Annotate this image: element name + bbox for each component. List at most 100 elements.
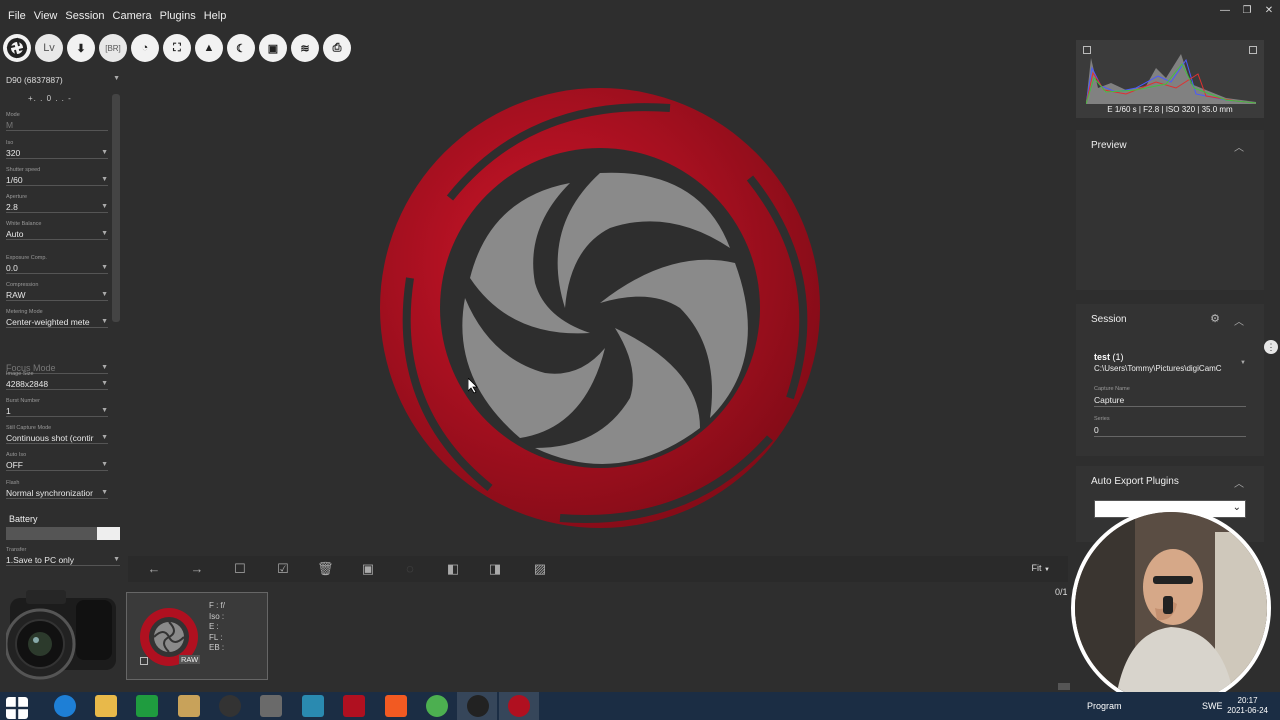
menu-view[interactable]: View [30,0,62,32]
chevron-down-icon[interactable]: ▼ [1240,360,1246,366]
select-none-icon[interactable]: ☐ [232,561,248,577]
menu-session[interactable]: Session [61,0,108,32]
menu-help[interactable]: Help [200,0,231,32]
thumbnail-item[interactable]: F : f/ Iso : E : FL : EB : RAW [126,592,268,680]
arrow-left-icon[interactable]: ← [146,561,162,577]
app-icon-1[interactable] [178,695,200,717]
thumb-iso: Iso : [209,611,225,621]
fullscreen-icon[interactable]: ⛶ [163,34,191,62]
camera-property[interactable]: Auto Iso OFF ▼ [6,451,108,471]
menu-camera[interactable]: Camera [109,0,156,32]
language-indicator[interactable]: SWE [1202,701,1223,711]
panel-scrollbar[interactable] [112,94,120,322]
zoom-fit-select[interactable]: Fit ▼ [1032,563,1050,573]
chevron-down-icon: ▼ [101,203,108,210]
device-selector[interactable]: D90 (6837887) ▼ [6,75,120,85]
thumbnail-checkbox[interactable] [140,657,148,665]
select-all-icon[interactable]: ☑ [275,561,291,577]
app-icon-2[interactable] [219,695,241,717]
edit-image-icon[interactable]: ▨ [532,561,548,577]
clock[interactable]: 20:17 2021-06-24 [1227,696,1268,716]
property-value: 0.0 ▼ [6,262,108,274]
chevron-down-icon: ▼ [101,149,108,156]
wifi-icon[interactable]: ≋ [291,34,319,62]
app-icon-4[interactable] [302,695,324,717]
minimize-button[interactable]: — [1214,0,1236,22]
menu-file[interactable]: File [4,0,30,32]
camera-property[interactable]: Exposure Comp. 0.0 ▼ [6,254,108,274]
camera-property[interactable]: Iso 320 ▼ [6,139,108,159]
program-label[interactable]: Program [1087,701,1122,711]
chrome-icon[interactable] [426,695,448,717]
windows-start-icon[interactable] [6,697,28,719]
camera-property[interactable]: White Balance Auto ▼ [6,220,108,240]
session-name[interactable]: test (1) [1094,352,1124,362]
raw-badge: RAW [179,655,201,664]
maximize-button[interactable]: ❐ [1236,0,1258,22]
camera-property[interactable]: Burst Number 1 ▼ [6,397,108,417]
delete-icon[interactable]: 🗑 [317,561,334,577]
camera-property[interactable]: Compression RAW ▼ [6,281,108,301]
camera-property[interactable]: Metering Mode Center-weighted mete ▼ [6,308,108,328]
camera-property[interactable]: Flash Normal synchronizatior ▼ [6,479,108,499]
property-label: Still Capture Mode [6,425,52,431]
camera-property[interactable]: Aperture 2.8 ▼ [6,193,108,213]
download-icon[interactable]: ⬇ [67,34,95,62]
arrow-right-icon[interactable]: → [189,561,205,577]
collapse-chevron-icon[interactable]: ︿ [1234,475,1244,490]
property-label: Metering Mode [6,309,43,315]
series-value: 0 [1094,424,1246,437]
property-value: Continuous shot (contir ▼ [6,432,108,444]
folder-icon[interactable] [95,695,117,717]
property-value: RAW ▼ [6,289,108,301]
thumbnail-scrollbar[interactable] [1058,683,1070,690]
property-value: Normal synchronizatior ▼ [6,487,108,499]
gallery-icon[interactable]: ▣ [259,34,287,62]
camera-property[interactable]: Mode M [6,111,108,131]
battery-fill [97,527,120,540]
camera-property[interactable]: Image Size 4288x2848 ▼ [6,370,108,390]
chevron-down-icon: ▼ [101,489,108,496]
edge-icon[interactable] [54,695,76,717]
gear-icon[interactable]: ⚙ [1210,312,1220,325]
power-icon[interactable] [343,695,365,717]
property-value-text: 1/60 [6,175,23,185]
brave-icon[interactable] [385,695,407,717]
aperture-icon [6,37,28,59]
spreadsheet-icon[interactable] [136,695,158,717]
property-value-text: 4288x2848 [6,379,49,389]
more-options-icon[interactable]: ⋮ [1264,340,1278,354]
rotate-left-icon[interactable]: ◧ [445,561,461,577]
night-mode-icon[interactable]: ☾ [227,34,255,62]
obs-icon[interactable] [467,695,489,717]
collapse-chevron-icon[interactable]: ︿ [1234,313,1244,328]
webcam-image [1075,512,1267,704]
rotate-right-icon[interactable]: ◨ [487,561,503,577]
camera-property[interactable]: Shutter speed 1/60 ▼ [6,166,108,186]
chevron-down-icon: ▼ [113,75,120,82]
image-icon[interactable]: ▣ [360,561,376,577]
capture-button[interactable] [3,34,31,62]
camera-property[interactable]: Still Capture Mode Continuous shot (conti… [6,424,108,444]
bracketing-button[interactable]: [BR] [99,34,127,62]
thumbnail-info: F : f/ Iso : E : FL : EB : [209,601,225,654]
chevron-down-icon: ▼ [101,434,108,441]
property-label: Mode [6,112,20,118]
capture-name-field[interactable]: Capture Name Capture [1094,386,1246,407]
digicamcontrol-icon[interactable] [508,695,530,717]
chevron-down-icon: ▼ [101,291,108,298]
timelapse-icon[interactable]: ◔ [131,34,159,62]
print-icon[interactable]: ⎙ [323,34,351,62]
series-field[interactable]: Series 0 [1094,416,1246,437]
window-controls: — ❐ ✕ [1214,0,1280,22]
property-value-text: 0.0 [6,263,18,273]
app-icon-3[interactable] [260,695,282,717]
windows-taskbar: Program SWE 20:17 2021-06-24 [0,692,1280,720]
liveview-button[interactable]: Lv [35,34,63,62]
collapse-chevron-icon[interactable]: ︿ [1234,139,1244,154]
image-icon[interactable]: ▲ [195,34,223,62]
menu-plugins[interactable]: Plugins [156,0,200,32]
chevron-down-icon: ▼ [101,318,108,325]
transfer-property[interactable]: Transfer 1.Save to PC only ▼ [6,546,120,566]
close-button[interactable]: ✕ [1258,0,1280,22]
